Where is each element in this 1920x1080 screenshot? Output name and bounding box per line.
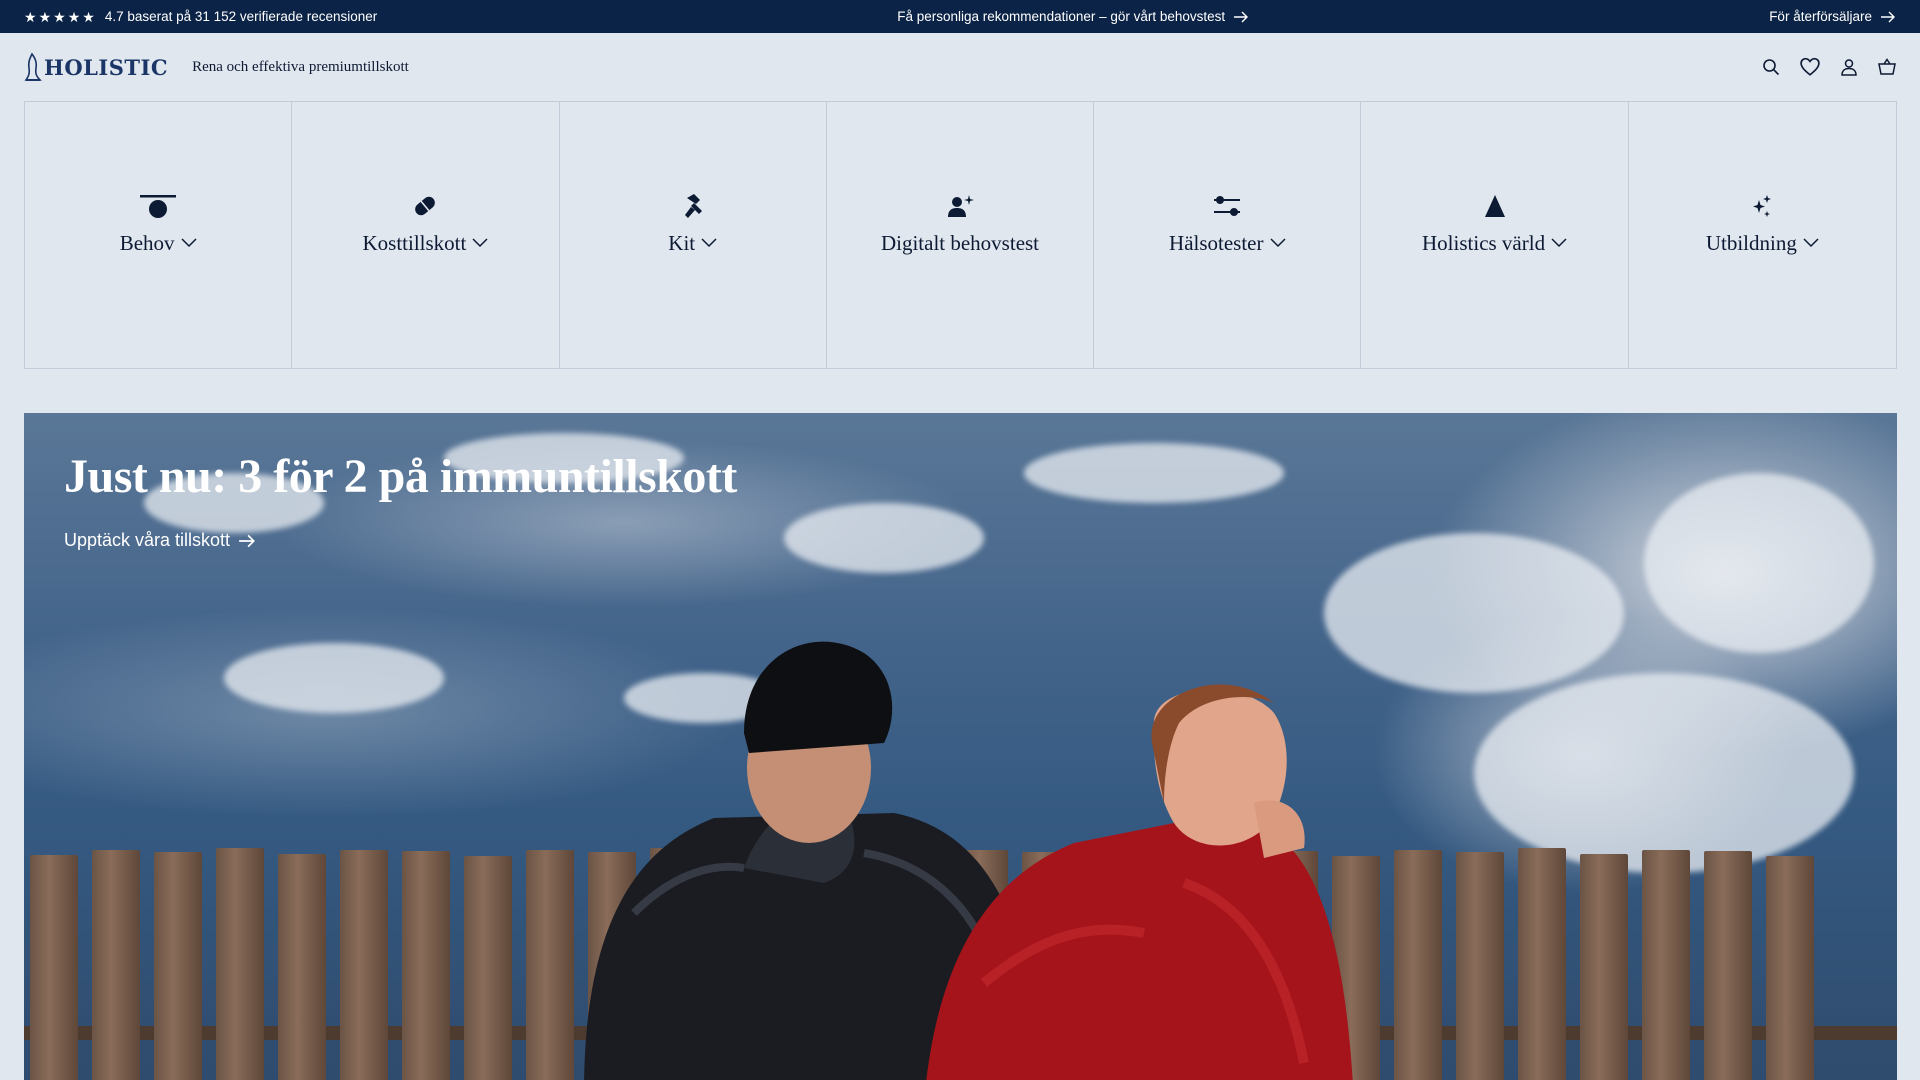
logo-text: HOLISTIC [44,54,169,80]
hero-link-text: Upptäck våra tillskott [64,530,231,550]
main-navigation: Behov Kosttillskott Kit Digitalt behovst… [24,101,1897,369]
nav-item-digitalt-behovstest[interactable]: Digitalt behovstest [827,102,1095,368]
nav-label: Kosttillskott [362,230,467,255]
nav-item-holistics-varld[interactable]: Holistics värld [1361,102,1629,368]
rating-stars: ★ ★ ★ ★ ★ [24,10,95,24]
logo[interactable]: HOLISTIC [24,52,168,82]
retailer-text: För återförsäljare [1769,9,1872,24]
star-icon: ★ [38,8,52,25]
heart-icon[interactable] [1800,57,1820,77]
arrow-right-icon [1880,11,1895,22]
user-icon[interactable] [1840,58,1858,76]
hero-image [24,413,1897,1080]
promo-text: Få personliga rekommendationer – gör vår… [897,9,1226,24]
needs-icon [140,194,177,218]
sparkle-icon [1753,194,1772,217]
chevron-down-icon [1551,238,1567,248]
rating-text: 4.7 baserat på 31 152 verifierade recens… [104,9,378,24]
nav-label: Hälsotester [1169,230,1264,255]
nav-item-behov[interactable]: Behov [25,102,293,368]
pill-icon [415,196,436,215]
site-header: HOLISTIC Rena och effektiva premiumtills… [0,33,1920,101]
retailer-link[interactable]: För återförsäljare [1769,9,1896,24]
logo-mark-icon [24,52,42,81]
hero-person-woman [926,684,1353,1080]
chevron-down-icon [181,238,197,248]
nav-item-halsotester[interactable]: Hälsotester [1094,102,1362,368]
chevron-down-icon [701,238,717,248]
tagline: Rena och effektiva premiumtillskott [192,58,409,75]
kit-icon [684,193,702,218]
person-sparkle-icon [947,194,974,217]
chevron-down-icon [1803,238,1819,248]
arrow-right-icon [1234,11,1249,22]
rating-summary[interactable]: ★ ★ ★ ★ ★ 4.7 baserat på 31 152 verifier… [24,9,377,24]
nav-label: Digitalt behovstest [880,230,1040,255]
nav-label: Holistics värld [1422,230,1546,255]
hero-title: Just nu: 3 för 2 på immuntillskott [64,450,737,503]
nav-label: Behov [119,230,175,255]
discover-supplements-link[interactable]: Upptäck våra tillskott [64,530,256,551]
cart-icon[interactable] [1878,58,1896,76]
nav-label: Utbildning [1705,230,1797,255]
nav-item-kosttillskott[interactable]: Kosttillskott [292,102,560,368]
mountain-icon [1484,194,1505,217]
search-icon[interactable] [1762,58,1780,76]
chevron-down-icon [1269,238,1286,248]
announcement-bar: ★ ★ ★ ★ ★ 4.7 baserat på 31 152 verifier… [0,0,1920,33]
nav-item-kit[interactable]: Kit [560,102,827,368]
hero-banner[interactable]: Just nu: 3 för 2 på immuntillskott Upptä… [24,413,1897,1080]
star-icon: ★ [82,8,95,25]
nav-label: Kit [668,230,696,255]
header-actions [1762,57,1896,77]
sliders-icon [1214,195,1241,216]
star-icon: ★ [24,8,37,25]
arrow-right-icon [239,534,256,547]
chevron-down-icon [472,238,488,248]
star-icon: ★ [53,8,66,25]
nav-item-utbildning[interactable]: Utbildning [1629,102,1896,368]
star-icon: ★ [67,8,81,25]
behovstest-link[interactable]: Få personliga rekommendationer – gör vår… [897,9,1249,24]
